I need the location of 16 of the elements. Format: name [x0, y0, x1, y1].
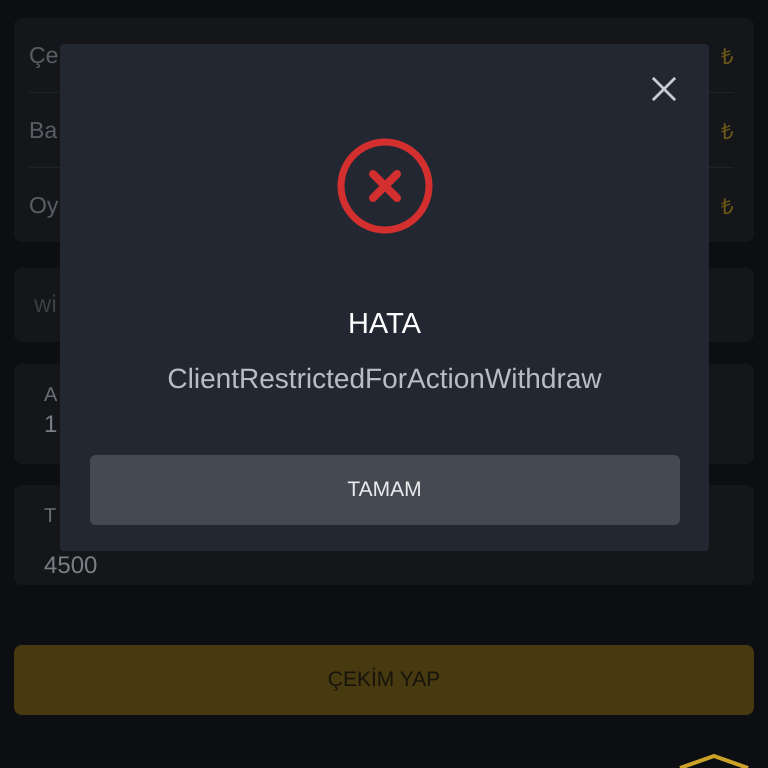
- row-label: Oy: [29, 192, 58, 218]
- field-label: A: [44, 384, 58, 407]
- dialog-message: ClientRestrictedForActionWithdraw: [167, 363, 602, 395]
- chevron-icon[interactable]: [678, 754, 750, 768]
- field-value: 1: [44, 411, 58, 439]
- row-value: ₺: [721, 193, 734, 220]
- row-value: ₺: [721, 118, 734, 145]
- row-label: Çe: [29, 42, 58, 68]
- field-label: T: [44, 505, 58, 528]
- error-icon: [336, 138, 432, 234]
- ok-button[interactable]: TAMAM: [90, 455, 680, 525]
- dialog-title: HATA: [348, 308, 422, 341]
- close-icon[interactable]: [651, 76, 677, 102]
- field-value: 4500: [44, 552, 98, 580]
- row-label: Ba: [29, 116, 58, 144]
- row-value: ₺: [721, 43, 734, 70]
